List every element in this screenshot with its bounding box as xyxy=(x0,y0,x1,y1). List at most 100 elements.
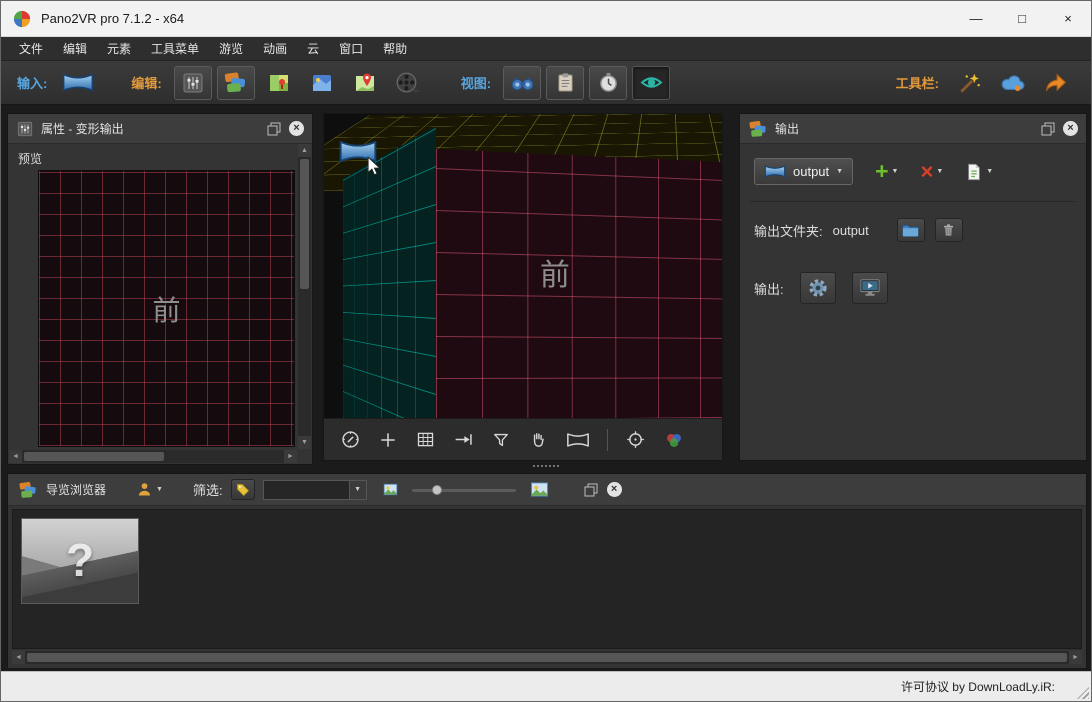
status-bar: 许可协议 by DownLoadLy.iR: xyxy=(1,671,1091,701)
filter-combobox-field[interactable] xyxy=(264,481,349,499)
edit-animation-button[interactable] xyxy=(389,66,427,100)
edit-map-button[interactable] xyxy=(260,66,298,100)
scrollbar-thumb[interactable] xyxy=(300,159,309,289)
menu-item-cloud[interactable]: 云 xyxy=(297,37,329,60)
viewer-target-button[interactable] xyxy=(625,429,646,450)
toolbar-group-tools: 工具栏: xyxy=(896,66,1075,100)
browse-folder-button[interactable] xyxy=(897,218,925,242)
output-preset-dropdown[interactable]: output ▼ xyxy=(754,158,853,185)
close-panel-button[interactable]: × xyxy=(289,121,304,136)
add-output-button[interactable]: + ▼ xyxy=(875,160,898,183)
toolbar-group-input: 输入: xyxy=(17,66,97,100)
delete-output-button[interactable]: × ▼ xyxy=(920,161,943,183)
float-panel-button[interactable] xyxy=(266,121,282,136)
close-panel-button[interactable]: × xyxy=(1063,121,1078,136)
tools-export-button[interactable] xyxy=(1037,66,1075,100)
view-time-button[interactable] xyxy=(589,66,627,100)
plus-icon: + xyxy=(875,160,888,183)
clear-folder-button[interactable] xyxy=(935,218,963,242)
scrollbar-thumb[interactable] xyxy=(27,653,1067,662)
chevron-down-icon: ▼ xyxy=(936,168,943,175)
properties-sliders-icon xyxy=(16,120,34,138)
window-title: Pano2VR pro 7.1.2 - x64 xyxy=(41,11,184,26)
menu-item-file[interactable]: 文件 xyxy=(9,37,53,60)
open-output-button[interactable] xyxy=(852,272,888,304)
panel-splitter-handle[interactable] xyxy=(532,464,560,469)
minimize-button[interactable]: — xyxy=(953,1,999,36)
viewer-compass-button[interactable] xyxy=(340,429,361,450)
thumbnail-zoom-slider[interactable] xyxy=(412,482,516,498)
title-bar: Pano2VR pro 7.1.2 - x64 — □ × xyxy=(1,1,1091,37)
viewer-straighten-button[interactable] xyxy=(453,429,474,450)
viewer-filter-button[interactable] xyxy=(491,430,511,450)
menu-item-window[interactable]: 窗口 xyxy=(329,37,373,60)
location-pin-icon xyxy=(353,71,377,95)
cube-face-front xyxy=(436,149,722,418)
tour-browser-icon xyxy=(223,70,248,95)
menu-item-tour[interactable]: 游览 xyxy=(209,37,253,60)
tour-browser-icon xyxy=(18,480,38,500)
user-view-dropdown[interactable]: ▼ xyxy=(136,481,163,498)
gear-icon xyxy=(807,277,829,299)
maximize-button[interactable]: □ xyxy=(999,1,1045,36)
float-panel-button[interactable] xyxy=(583,482,599,497)
scroll-left-arrow[interactable]: ◄ xyxy=(12,651,25,664)
close-panel-button[interactable]: × xyxy=(607,482,622,497)
slider-track[interactable] xyxy=(412,489,516,492)
filter-tag-button[interactable] xyxy=(231,479,255,500)
scroll-left-arrow[interactable]: ◄ xyxy=(9,450,22,463)
filter-combobox[interactable]: ▼ xyxy=(263,480,367,500)
view-find-button[interactable] xyxy=(503,66,541,100)
edit-pin-button[interactable] xyxy=(346,66,384,100)
scroll-right-arrow[interactable]: ► xyxy=(284,450,297,463)
horizontal-scrollbar[interactable]: ◄ ► xyxy=(12,651,1082,664)
viewer-pan-hand-button[interactable] xyxy=(528,429,549,450)
panorama-thumbnail[interactable]: ? xyxy=(21,518,139,604)
viewer-panorama-button[interactable] xyxy=(566,430,590,450)
tag-icon xyxy=(236,483,250,497)
edit-label: 编辑: xyxy=(131,73,161,92)
tools-cloud-button[interactable] xyxy=(994,66,1032,100)
app-logo-icon xyxy=(13,10,31,28)
small-thumbnail-icon xyxy=(383,482,398,497)
vertical-scrollbar[interactable]: ▲ ▼ xyxy=(298,144,311,449)
edit-properties-button[interactable] xyxy=(174,66,212,100)
viewer-toolbar xyxy=(324,418,722,460)
float-panel-button[interactable] xyxy=(1040,121,1056,136)
view-label: 视图: xyxy=(461,73,491,92)
chevron-down-icon: ▼ xyxy=(836,168,843,175)
front-face-label: 前 xyxy=(540,250,570,294)
edit-tour-browser-button[interactable] xyxy=(217,66,255,100)
template-file-button[interactable]: ▼ xyxy=(965,163,993,181)
menu-item-help[interactable]: 帮助 xyxy=(373,37,417,60)
edit-patch-button[interactable] xyxy=(303,66,341,100)
scroll-right-arrow[interactable]: ► xyxy=(1069,651,1082,664)
panorama-3d-view[interactable]: 前 xyxy=(324,114,722,418)
viewer-color-adjust-button[interactable] xyxy=(663,429,685,451)
scroll-up-arrow[interactable]: ▲ xyxy=(298,144,311,157)
slider-thumb[interactable] xyxy=(432,485,442,495)
horizontal-scrollbar[interactable]: ◄ ► xyxy=(9,450,297,463)
menu-item-elements[interactable]: 元素 xyxy=(97,37,141,60)
tools-wizard-button[interactable] xyxy=(951,66,989,100)
view-output-preview-button[interactable] xyxy=(632,66,670,100)
view-clipboard-button[interactable] xyxy=(546,66,584,100)
menu-item-animation[interactable]: 动画 xyxy=(253,37,297,60)
input-panorama-button[interactable] xyxy=(59,66,97,100)
chevron-down-icon: ▼ xyxy=(892,168,899,175)
menu-item-tools-menu[interactable]: 工具菜单 xyxy=(141,37,209,60)
generate-output-button[interactable] xyxy=(800,272,836,304)
panorama-icon xyxy=(764,164,786,179)
folder-icon xyxy=(902,223,919,237)
close-button[interactable]: × xyxy=(1045,1,1091,36)
tour-browser-panel: 导览浏览器 ▼ 筛选: xyxy=(7,473,1087,669)
viewer-grid-button[interactable] xyxy=(415,429,436,450)
output-panel-header: 输出 × xyxy=(740,114,1086,144)
scroll-down-arrow[interactable]: ▼ xyxy=(298,436,311,449)
combobox-arrow-button[interactable]: ▼ xyxy=(349,481,366,499)
toolbar-group-edit: 编辑: xyxy=(131,66,426,100)
menu-item-edit[interactable]: 编辑 xyxy=(53,37,97,60)
resize-grip[interactable] xyxy=(1077,687,1089,699)
scrollbar-thumb[interactable] xyxy=(24,452,164,461)
viewer-add-button[interactable] xyxy=(378,430,398,450)
